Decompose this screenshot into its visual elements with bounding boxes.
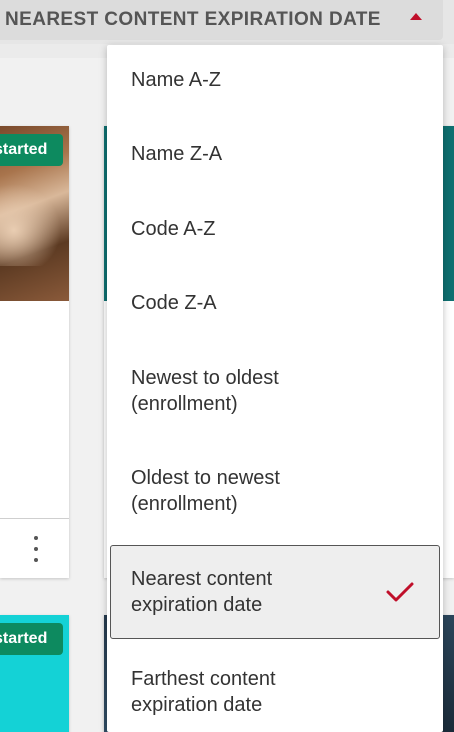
sort-option-label: Nearest content expiration date: [131, 568, 273, 616]
sort-option-name-az[interactable]: Name A-Z: [107, 67, 443, 97]
sort-option-label: Name Z-A: [131, 143, 223, 165]
sort-options-menu: Name A-Z Name Z-A Code A-Z Code Z-A Newe…: [107, 45, 443, 732]
caret-up-icon: [410, 13, 422, 20]
course-catalog-screen: started started NEAREST CONTENT EXPIRATI…: [0, 0, 454, 732]
sort-option-label: Code A-Z: [131, 218, 216, 240]
sort-option-label: Name A-Z: [131, 69, 222, 91]
sort-dropdown-trigger[interactable]: NEAREST CONTENT EXPIRATION DATE: [0, 0, 443, 40]
sort-option-oldest-enrollment[interactable]: Oldest to newest (enrollment): [107, 465, 443, 519]
sort-option-newest-enrollment[interactable]: Newest to oldest (enrollment): [107, 365, 443, 419]
sort-bar: NEAREST CONTENT EXPIRATION DATE: [0, 0, 454, 44]
sort-option-label: Oldest to newest (enrollment): [131, 467, 280, 515]
kebab-menu-icon[interactable]: [26, 536, 46, 562]
card-divider: [0, 518, 69, 519]
status-badge: started: [0, 134, 63, 166]
sort-option-code-az[interactable]: Code A-Z: [107, 216, 443, 246]
sort-option-label: Newest to oldest (enrollment): [131, 367, 279, 415]
status-badge-label: started: [0, 630, 48, 647]
sort-option-name-za[interactable]: Name Z-A: [107, 141, 443, 171]
sort-option-nearest-expiration[interactable]: Nearest content expiration date: [110, 545, 440, 639]
checkmark-icon: [386, 582, 414, 602]
sort-option-code-za[interactable]: Code Z-A: [107, 290, 443, 320]
sort-current-label: NEAREST CONTENT EXPIRATION DATE: [5, 9, 381, 30]
status-badge-label: started: [0, 141, 48, 158]
sort-option-label: Code Z-A: [131, 292, 217, 314]
sort-option-label: Farthest content expiration date: [131, 668, 276, 716]
status-badge: started: [0, 623, 63, 655]
sort-option-farthest-expiration[interactable]: Farthest content expiration date: [107, 666, 443, 720]
